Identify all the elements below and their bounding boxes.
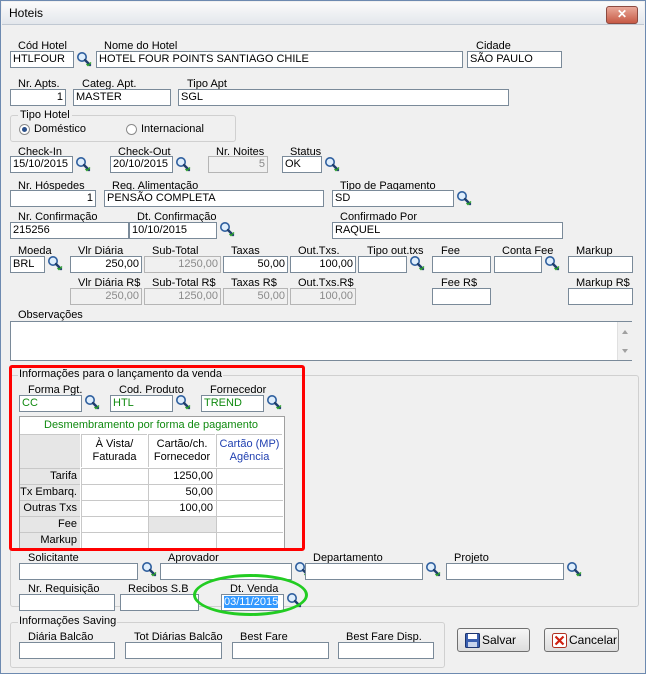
fee-rs-input[interactable] (432, 288, 491, 305)
salvar-label: Salvar (482, 633, 517, 647)
markup-rs-input[interactable] (568, 288, 633, 305)
observacoes-scrollbar[interactable] (617, 322, 632, 360)
nr-confirmacao-input[interactable]: 215256 (10, 222, 129, 239)
moeda-input[interactable]: BRL (10, 256, 45, 273)
projeto-input[interactable] (446, 563, 564, 580)
out-txs-input[interactable]: 100,00 (290, 256, 356, 273)
tipo-hotel-label: Tipo Hotel (18, 109, 72, 121)
cancel-x-icon (552, 633, 567, 648)
observacoes-label: Observações (18, 309, 83, 321)
tipo-out-txs-input[interactable] (358, 256, 407, 273)
taxas-input[interactable]: 50,00 (223, 256, 288, 273)
scroll-arrows-icon (622, 330, 628, 353)
save-disk-icon (465, 633, 480, 648)
checkout-input[interactable]: 20/10/2015 (110, 156, 173, 173)
conta-fee-search-icon[interactable] (544, 255, 560, 271)
solicitante-input[interactable] (19, 563, 138, 580)
cod-hotel-search-icon[interactable] (76, 51, 92, 67)
saving-group-label: Informações Saving (18, 615, 118, 627)
fee-input[interactable] (432, 256, 491, 273)
moeda-search-icon[interactable] (47, 255, 63, 271)
nr-hospedes-input[interactable]: 1 (10, 190, 96, 207)
vlr-diaria-rs-input: 250,00 (70, 288, 142, 305)
green-highlight-ellipse (193, 574, 308, 616)
checkin-input[interactable]: 15/10/2015 (10, 156, 73, 173)
tipo-pagamento-input[interactable]: SD (332, 190, 454, 207)
internacional-label[interactable]: Internacional (141, 123, 204, 135)
markup-input[interactable] (568, 256, 633, 273)
cancelar-button[interactable]: Cancelar (544, 628, 619, 652)
projeto-search-icon[interactable] (566, 561, 582, 577)
observacoes-textarea[interactable] (10, 321, 632, 361)
tipo-pagamento-search-icon[interactable] (456, 190, 472, 206)
nr-noites-input: 5 (208, 156, 268, 173)
cod-hotel-input[interactable]: HTLFOUR (10, 51, 74, 68)
domestico-radio[interactable] (19, 124, 30, 135)
nr-apts-input[interactable]: 1 (10, 89, 66, 106)
checkin-calendar-icon[interactable] (75, 156, 91, 172)
tot-diarias-balcao-input[interactable] (125, 642, 222, 659)
tipo-apt-input[interactable]: SGL (178, 89, 509, 106)
salvar-button[interactable]: Salvar (457, 628, 530, 652)
solicitante-search-icon[interactable] (141, 561, 157, 577)
cancelar-label: Cancelar (569, 633, 618, 647)
taxas-rs-input: 50,00 (223, 288, 288, 305)
dt-confirmacao-calendar-icon[interactable] (219, 221, 235, 237)
window-title: Hoteis (9, 6, 44, 20)
departamento-search-icon[interactable] (425, 561, 441, 577)
checkout-calendar-icon[interactable] (175, 156, 191, 172)
title-bar: Hoteis ✕ (2, 2, 644, 25)
close-button[interactable]: ✕ (606, 6, 638, 24)
best-fare-input[interactable] (232, 642, 329, 659)
vlr-diaria-input[interactable]: 250,00 (70, 256, 142, 273)
internacional-radio[interactable] (126, 124, 137, 135)
cidade-input[interactable]: SÃO PAULO (467, 51, 562, 68)
red-highlight-box (9, 365, 305, 551)
conta-fee-input[interactable] (494, 256, 542, 273)
tipo-out-txs-search-icon[interactable] (409, 255, 425, 271)
departamento-input[interactable] (305, 563, 423, 580)
status-input[interactable]: OK (282, 156, 322, 173)
nome-hotel-input[interactable]: HOTEL FOUR POINTS SANTIAGO CHILE (96, 51, 463, 68)
categ-apt-input[interactable]: MASTER (73, 89, 171, 106)
nr-requisicao-input[interactable] (19, 594, 115, 611)
recibos-sb-input[interactable] (120, 594, 199, 611)
subtotal-rs-input: 1250,00 (144, 288, 221, 305)
dt-confirmacao-input[interactable]: 10/10/2015 (129, 222, 217, 239)
best-fare-disp-input[interactable] (338, 642, 434, 659)
out-txs-rs-input: 100,00 (290, 288, 356, 305)
status-search-icon[interactable] (324, 156, 340, 172)
req-alimentacao-input[interactable]: PENSÃO COMPLETA (104, 190, 324, 207)
confirmado-por-input[interactable]: RAQUEL (332, 222, 563, 239)
domestico-label[interactable]: Doméstico (34, 123, 86, 135)
subtotal-input: 1250,00 (144, 256, 221, 273)
diaria-balcao-input[interactable] (19, 642, 115, 659)
